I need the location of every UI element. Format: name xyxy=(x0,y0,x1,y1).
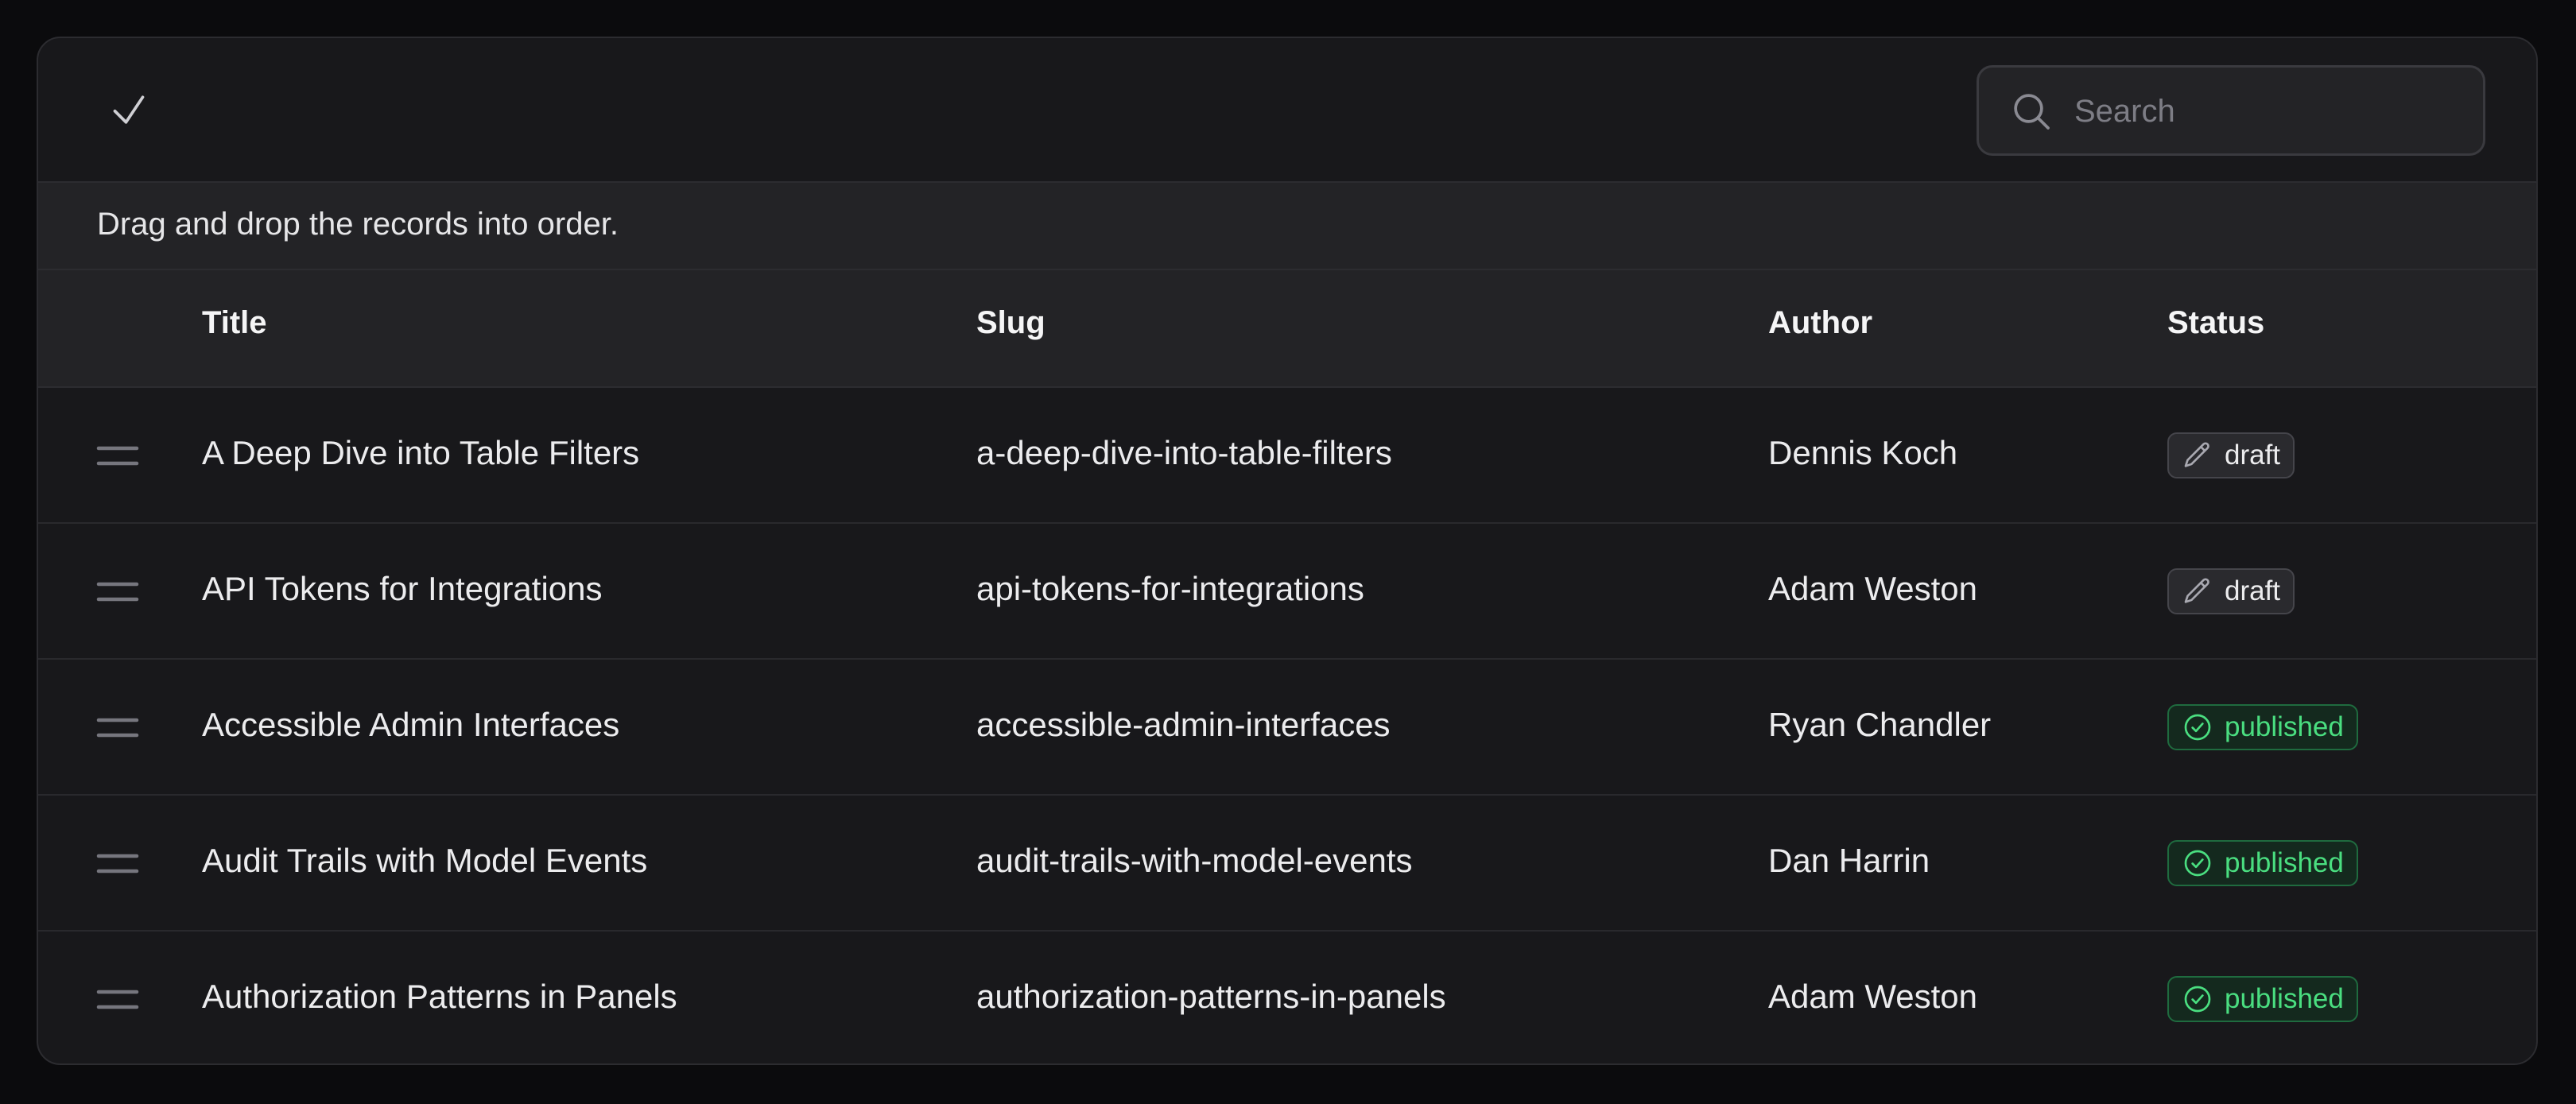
table-header: Title Slug Author Status xyxy=(38,270,2536,388)
row-slug: api-tokens-for-integrations xyxy=(976,570,1364,607)
row-author: Dennis Koch xyxy=(1768,434,1958,471)
table-row[interactable]: Authorization Patterns in Panels authori… xyxy=(38,932,2536,1063)
pencil-icon xyxy=(2182,575,2213,607)
status-badge-label: draft xyxy=(2225,575,2281,606)
table-row[interactable]: API Tokens for Integrations api-tokens-f… xyxy=(38,524,2536,660)
row-author: Dan Harrin xyxy=(1768,842,1930,879)
row-author: Ryan Chandler xyxy=(1768,706,1992,743)
reorder-hint-bar: Drag and drop the records into order. xyxy=(38,183,2536,270)
status-badge: draft xyxy=(2167,568,2295,614)
drag-handle-icon[interactable] xyxy=(95,979,140,1019)
column-header-title: Title xyxy=(202,305,267,340)
drag-handle-icon[interactable] xyxy=(95,707,140,747)
drag-handle-icon[interactable] xyxy=(95,843,140,883)
table-row[interactable]: Audit Trails with Model Events audit-tra… xyxy=(38,796,2536,932)
check-icon xyxy=(113,95,145,124)
status-badge: published xyxy=(2167,976,2358,1022)
table-row[interactable]: A Deep Dive into Table Filters a-deep-di… xyxy=(38,388,2536,524)
drag-handle-icon[interactable] xyxy=(95,571,140,611)
table-row[interactable]: Accessible Admin Interfaces accessible-a… xyxy=(38,660,2536,796)
row-title: A Deep Dive into Table Filters xyxy=(202,434,640,471)
check-circle-icon xyxy=(2182,983,2213,1015)
row-title: Accessible Admin Interfaces xyxy=(202,706,620,743)
row-title: Authorization Patterns in Panels xyxy=(202,978,677,1015)
search-field[interactable] xyxy=(1977,65,2485,156)
pencil-icon xyxy=(2182,440,2213,471)
status-badge-label: published xyxy=(2225,983,2344,1014)
drag-handle-icon[interactable] xyxy=(95,436,140,475)
column-header-status: Status xyxy=(2167,305,2265,340)
row-slug: a-deep-dive-into-table-filters xyxy=(976,434,1392,471)
search-icon xyxy=(2014,94,2050,130)
status-badge: published xyxy=(2167,704,2358,750)
row-slug: audit-trails-with-model-events xyxy=(976,842,1413,879)
row-title: Audit Trails with Model Events xyxy=(202,842,648,879)
table-toolbar xyxy=(38,38,2536,183)
finish-reordering-button[interactable] xyxy=(97,78,161,141)
table-panel: Drag and drop the records into order. Ti… xyxy=(37,37,2538,1065)
row-slug: authorization-patterns-in-panels xyxy=(976,978,1446,1015)
check-circle-icon xyxy=(2182,711,2213,743)
status-badge: draft xyxy=(2167,432,2295,478)
row-author: Adam Weston xyxy=(1768,978,1978,1015)
row-author: Adam Weston xyxy=(1768,570,1978,607)
check-circle-icon xyxy=(2182,847,2213,879)
status-badge: published xyxy=(2167,840,2358,886)
reorder-hint-text: Drag and drop the records into order. xyxy=(97,207,619,242)
row-slug: accessible-admin-interfaces xyxy=(976,706,1391,743)
status-badge-label: published xyxy=(2225,847,2344,878)
column-header-author: Author xyxy=(1768,305,1873,340)
row-title: API Tokens for Integrations xyxy=(202,570,603,607)
status-badge-label: published xyxy=(2225,711,2344,742)
status-badge-label: draft xyxy=(2225,440,2281,471)
search-input[interactable] xyxy=(2073,68,2465,155)
column-header-slug: Slug xyxy=(976,305,1046,340)
